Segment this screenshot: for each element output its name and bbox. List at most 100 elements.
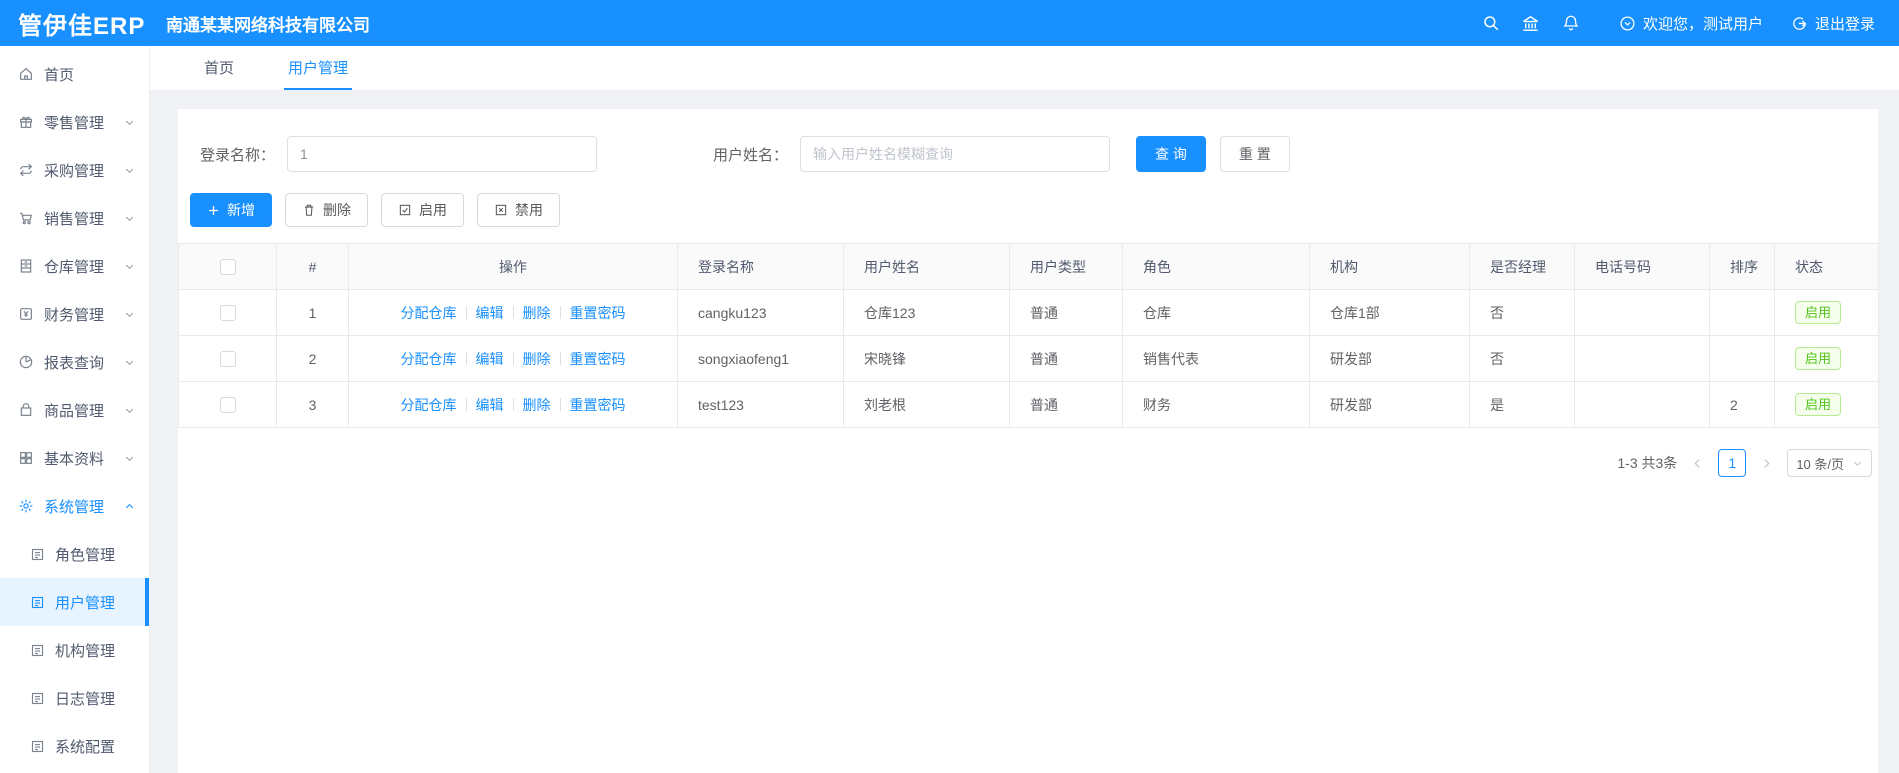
chevron-down-icon: [124, 405, 135, 416]
row-checkbox[interactable]: [219, 397, 236, 414]
cell-manager: 否: [1469, 289, 1575, 336]
cell-org: 研发部: [1309, 335, 1470, 382]
reset-password-link[interactable]: 重置密码: [570, 395, 626, 415]
sidebar-item-reports[interactable]: 报表查询: [0, 338, 149, 386]
add-button[interactable]: 新增: [190, 193, 272, 227]
sidebar-item-sales[interactable]: 销售管理: [0, 194, 149, 242]
delete-link[interactable]: 删除: [523, 303, 551, 323]
sidebar-subitem-config[interactable]: 系统配置: [0, 722, 149, 770]
user-dropdown[interactable]: 欢迎您，测试用户: [1619, 13, 1763, 34]
sidebar-item-warehouse[interactable]: 仓库管理: [0, 242, 149, 290]
logout-text: 退出登录: [1814, 15, 1875, 33]
chevron-down-icon: [124, 261, 135, 272]
cell-role: 仓库: [1122, 289, 1310, 336]
status-badge: 启用: [1795, 392, 1842, 417]
row-checkbox[interactable]: [219, 351, 236, 368]
edit-link[interactable]: 编辑: [476, 349, 504, 369]
cell-index: 1: [276, 289, 349, 336]
sidebar-item-home[interactable]: 首页: [0, 50, 149, 98]
header-cell-operations: 操作: [348, 243, 678, 290]
delete-button[interactable]: 删除: [285, 193, 368, 227]
sync-icon: [18, 162, 34, 178]
cell-type: 普通: [1009, 289, 1123, 336]
sidebar-item-finance[interactable]: 财务管理: [0, 290, 149, 338]
assign-warehouse-link[interactable]: 分配仓库: [401, 303, 457, 323]
delete-link[interactable]: 删除: [523, 395, 551, 415]
link-divider: [512, 398, 514, 411]
user-management-panel: 登录名称： 用户姓名： 查 询 重 置 新增 删除: [178, 109, 1879, 773]
bell-icon[interactable]: [1551, 0, 1591, 46]
money-icon: [18, 306, 34, 322]
edit-link[interactable]: 编辑: [476, 395, 504, 415]
cell-operations: 分配仓库 编辑 删除 重置密码: [348, 335, 678, 382]
sidebar-item-purchase[interactable]: 采购管理: [0, 146, 149, 194]
page-size-value: 10 条/页: [1796, 456, 1844, 472]
sidebar-subitem-users[interactable]: 用户管理: [0, 578, 149, 626]
link-divider: [559, 352, 561, 365]
page-number-button[interactable]: 1: [1718, 449, 1747, 477]
cell-role: 销售代表: [1122, 335, 1310, 382]
delete-link[interactable]: 删除: [523, 349, 551, 369]
cell-type: 普通: [1009, 381, 1123, 428]
sidebar-item-goods[interactable]: 商品管理: [0, 386, 149, 434]
row-checkbox[interactable]: [219, 305, 236, 322]
next-page-button[interactable]: [1760, 457, 1773, 470]
cell-phone: [1574, 289, 1710, 336]
reset-button[interactable]: 重 置: [1219, 136, 1290, 172]
sidebar-subitem-orgs[interactable]: 机构管理: [0, 626, 149, 674]
pie-chart-icon: [18, 354, 34, 370]
bank-icon[interactable]: [1511, 0, 1551, 46]
grid-icon: [18, 450, 34, 466]
cell-operations: 分配仓库 编辑 删除 重置密码: [348, 289, 678, 336]
document-icon: [30, 643, 45, 658]
reset-password-link[interactable]: 重置密码: [570, 349, 626, 369]
sidebar-subitem-roles[interactable]: 角色管理: [0, 530, 149, 578]
chevron-down-icon: [124, 213, 135, 224]
sidebar-item-system[interactable]: 系统管理: [0, 482, 149, 530]
assign-warehouse-link[interactable]: 分配仓库: [401, 395, 457, 415]
login-name-label: 登录名称：: [200, 146, 276, 164]
page-size-select[interactable]: 10 条/页: [1787, 449, 1872, 477]
reset-password-link[interactable]: 重置密码: [570, 303, 626, 323]
chevron-down-icon: [124, 357, 135, 368]
query-button[interactable]: 查 询: [1136, 136, 1206, 172]
assign-warehouse-link[interactable]: 分配仓库: [401, 349, 457, 369]
sidebar-item-label: 采购管理: [44, 162, 105, 180]
home-icon: [18, 66, 34, 82]
search-icon[interactable]: [1471, 0, 1511, 46]
select-all-checkbox[interactable]: [219, 259, 236, 276]
tab-home[interactable]: 首页: [200, 46, 238, 90]
sidebar-item-label: 财务管理: [44, 306, 105, 324]
cabinet-icon: [18, 258, 34, 274]
prev-page-button[interactable]: [1691, 457, 1704, 470]
action-toolbar: 新增 删除 启用 禁用: [178, 172, 1878, 243]
status-badge: 启用: [1795, 300, 1842, 325]
link-divider: [559, 398, 561, 411]
sidebar-item-basic-data[interactable]: 基本资料: [0, 434, 149, 482]
cell-manager: 否: [1469, 335, 1575, 382]
link-divider: [465, 398, 467, 411]
user-name-input[interactable]: [800, 136, 1111, 172]
disable-button-label: 禁用: [515, 202, 543, 218]
login-name-input[interactable]: [287, 136, 598, 172]
cell-login: cangku123: [677, 289, 844, 336]
chevron-up-icon: [124, 501, 135, 512]
pagination-total: 1-3 共3条: [1617, 455, 1678, 471]
tab-user-management[interactable]: 用户管理: [284, 46, 353, 90]
sidebar-subitem-label: 机构管理: [55, 642, 116, 660]
enable-button[interactable]: 启用: [381, 193, 464, 227]
edit-link[interactable]: 编辑: [476, 303, 504, 323]
link-divider: [465, 306, 467, 319]
cell-select: [178, 289, 277, 336]
cell-status: 启用: [1774, 335, 1879, 382]
disable-button[interactable]: 禁用: [477, 193, 560, 227]
sidebar-item-retail[interactable]: 零售管理: [0, 98, 149, 146]
cell-sort: [1709, 335, 1775, 382]
logout-button[interactable]: 退出登录: [1791, 13, 1875, 34]
header-cell-manager: 是否经理: [1469, 243, 1575, 290]
company-name: 南通某某网络科技有限公司: [166, 15, 370, 35]
header-cell-name: 用户姓名: [843, 243, 1010, 290]
sidebar-subitem-logs[interactable]: 日志管理: [0, 674, 149, 722]
x-square-icon: [494, 203, 508, 217]
sidebar-subitem-label: 用户管理: [55, 594, 116, 612]
